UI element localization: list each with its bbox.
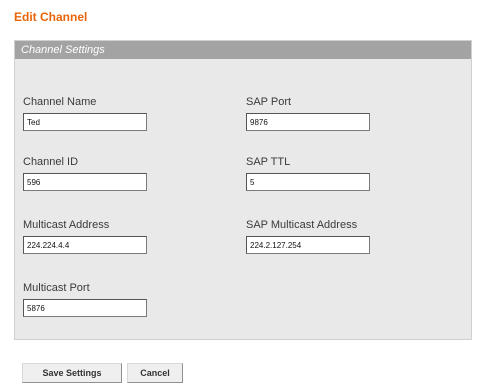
multicast-address-label: Multicast Address xyxy=(23,219,110,231)
sap-ttl-label: SAP TTL xyxy=(246,156,291,168)
channel-id-label: Channel ID xyxy=(23,156,79,168)
panel-header: Channel Settings xyxy=(15,41,471,59)
channel-name-label: Channel Name xyxy=(23,96,97,108)
channel-settings-panel: Channel Settings Channel Name Channel ID… xyxy=(14,40,472,340)
page-title: Edit Channel xyxy=(14,10,88,24)
channel-name-input[interactable] xyxy=(23,113,147,131)
multicast-port-input[interactable] xyxy=(23,299,147,317)
multicast-address-input[interactable] xyxy=(23,236,147,254)
sap-multicast-address-input[interactable] xyxy=(246,236,370,254)
channel-id-input[interactable] xyxy=(23,173,147,191)
cancel-button[interactable]: Cancel xyxy=(127,363,183,383)
multicast-port-label: Multicast Port xyxy=(23,282,90,294)
sap-port-input[interactable] xyxy=(246,113,370,131)
save-settings-button[interactable]: Save Settings xyxy=(22,363,122,383)
sap-multicast-address-label: SAP Multicast Address xyxy=(246,219,358,231)
sap-ttl-input[interactable] xyxy=(246,173,370,191)
sap-port-label: SAP Port xyxy=(246,96,292,108)
